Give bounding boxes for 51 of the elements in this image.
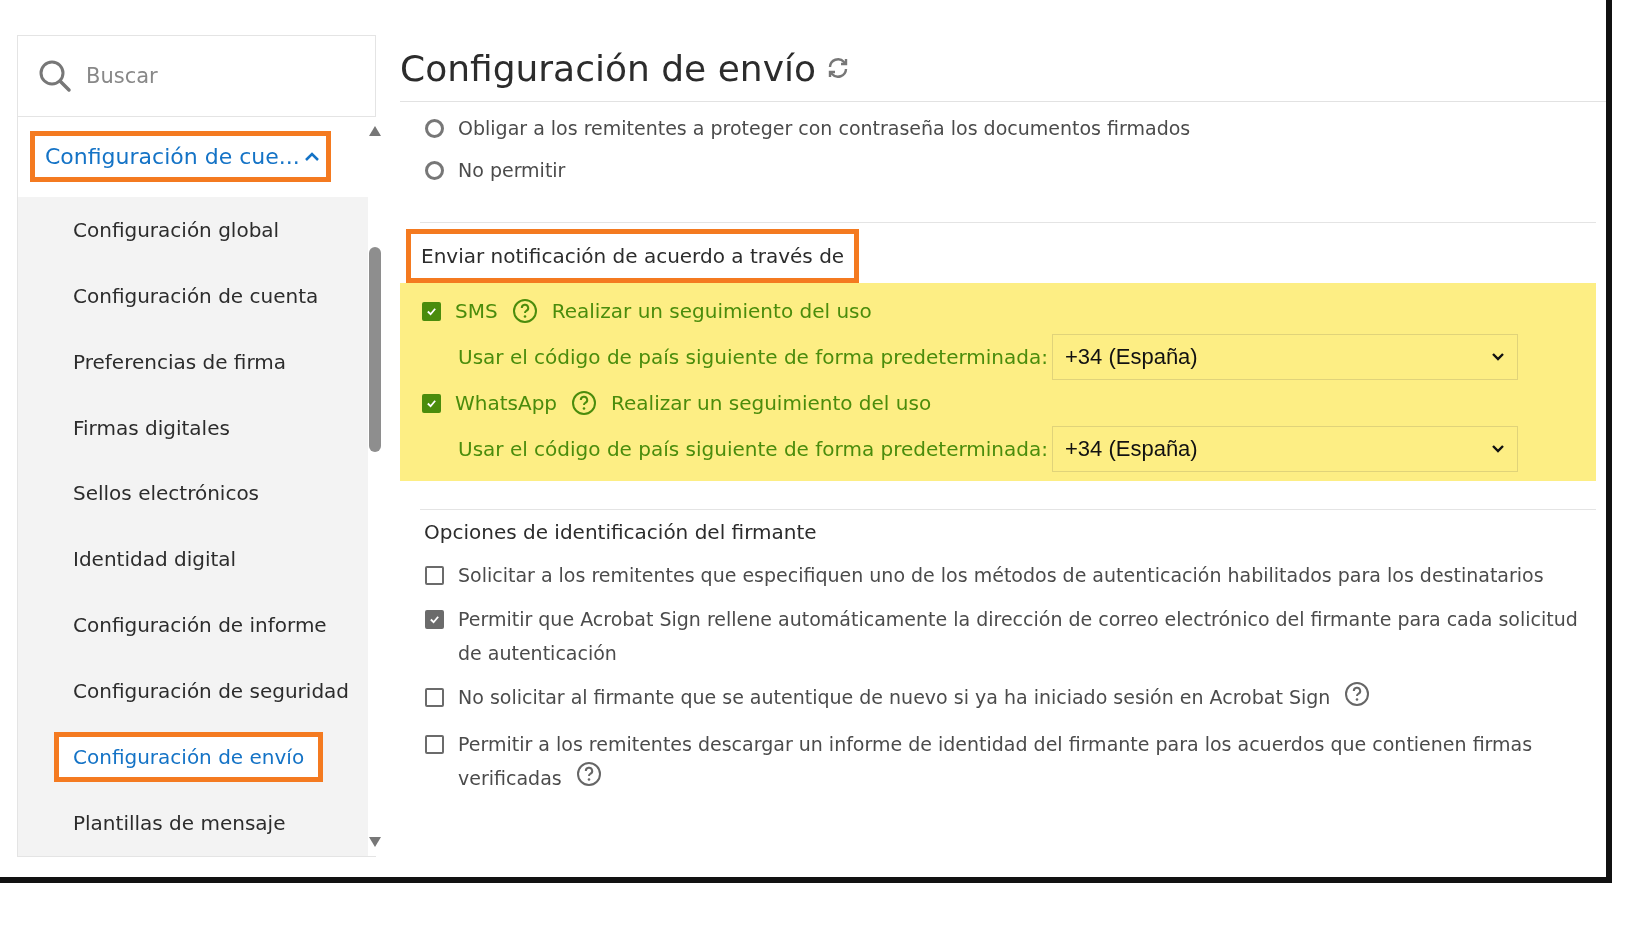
checkbox[interactable] [425, 610, 444, 629]
channel-label: SMS [455, 299, 498, 323]
chevron-down-icon [1491, 352, 1505, 362]
help-icon[interactable] [511, 298, 538, 324]
checkbox[interactable] [422, 393, 441, 413]
checkbox[interactable] [425, 734, 444, 754]
country-code-label: Usar el código de país siguiente de forma predeterminada: [458, 345, 1048, 369]
help-icon[interactable] [1344, 680, 1371, 707]
sidebar-item[interactable]: Firmas digitales [54, 402, 249, 453]
radio-button[interactable] [425, 118, 444, 138]
sidebar-item[interactable]: Plantillas de mensaje [54, 798, 305, 849]
option-label: Solicitar a los remitentes que especifiquen uno de los métodos de autenticación habilitados para los destinatarios [458, 563, 1544, 588]
search-icon [38, 59, 72, 93]
caret-icon [303, 151, 320, 162]
radio-label: No permitir [458, 159, 566, 181]
radio-button[interactable] [425, 160, 444, 180]
help-icon[interactable] [571, 390, 598, 416]
checkbox[interactable] [425, 566, 444, 585]
check-icon [429, 614, 440, 625]
option-label: No solicitar al firmante que se autentique de nuevo si ya ha iniciado sesión en Acrobat Sign [458, 680, 1371, 717]
sidebar-item[interactable]: Sellos electrónicos [54, 468, 279, 519]
section-heading: Opciones de identificación del firmante [424, 520, 818, 544]
sidebar-item[interactable]: Configuración de informe [54, 600, 346, 651]
help-icon[interactable] [575, 761, 602, 787]
country-code-label: Usar el código de país siguiente de forma predeterminada: [458, 437, 1048, 461]
check-icon [426, 397, 437, 409]
sidebar-item[interactable]: Identidad digital [54, 534, 256, 585]
sidebar-item[interactable]: Configuración global [54, 204, 299, 255]
sidebar-group[interactable]: Configuración de cue... [30, 131, 331, 183]
usage-link[interactable]: Realizar un seguimiento del uso [551, 299, 872, 323]
section-heading: Enviar notificación de acuerdo a través de [406, 229, 860, 283]
sidebar-item[interactable]: Configuración de envío [54, 732, 324, 783]
chevron-down-icon [1491, 444, 1505, 454]
scrollbar-thumb[interactable] [369, 247, 382, 452]
radio-label: Obligar a los remitentes a proteger con contraseña los documentos firmados [458, 117, 1191, 139]
sidebar-item[interactable]: Preferencias de firma [54, 336, 306, 387]
scroll-up-icon[interactable] [368, 125, 383, 137]
sidebar-item[interactable]: Configuración de cuenta [54, 270, 338, 321]
refresh-icon[interactable] [826, 56, 850, 80]
check-icon [426, 305, 437, 317]
country-code-select[interactable]: +34 (España) [1052, 334, 1518, 380]
page-title: Configuración de envío [400, 47, 816, 89]
sidebar-item[interactable]: Configuración de seguridad [54, 666, 369, 717]
checkbox[interactable] [425, 688, 444, 707]
usage-link[interactable]: Realizar un seguimiento del uso [611, 391, 932, 415]
country-code-select[interactable]: +34 (España) [1052, 426, 1518, 472]
scroll-down-icon[interactable] [368, 836, 383, 848]
channel-label: WhatsApp [455, 391, 558, 415]
option-label: Permitir a los remitentes descargar un informe de identidad del firmante para los acuerdos que contienen firmas verificadas [458, 731, 1534, 791]
checkbox[interactable] [422, 301, 441, 321]
option-label: Permitir que Acrobat Sign rellene automáticamente la dirección de correo electrónico del firmante para cada solicitud de autenticación [458, 607, 1579, 666]
